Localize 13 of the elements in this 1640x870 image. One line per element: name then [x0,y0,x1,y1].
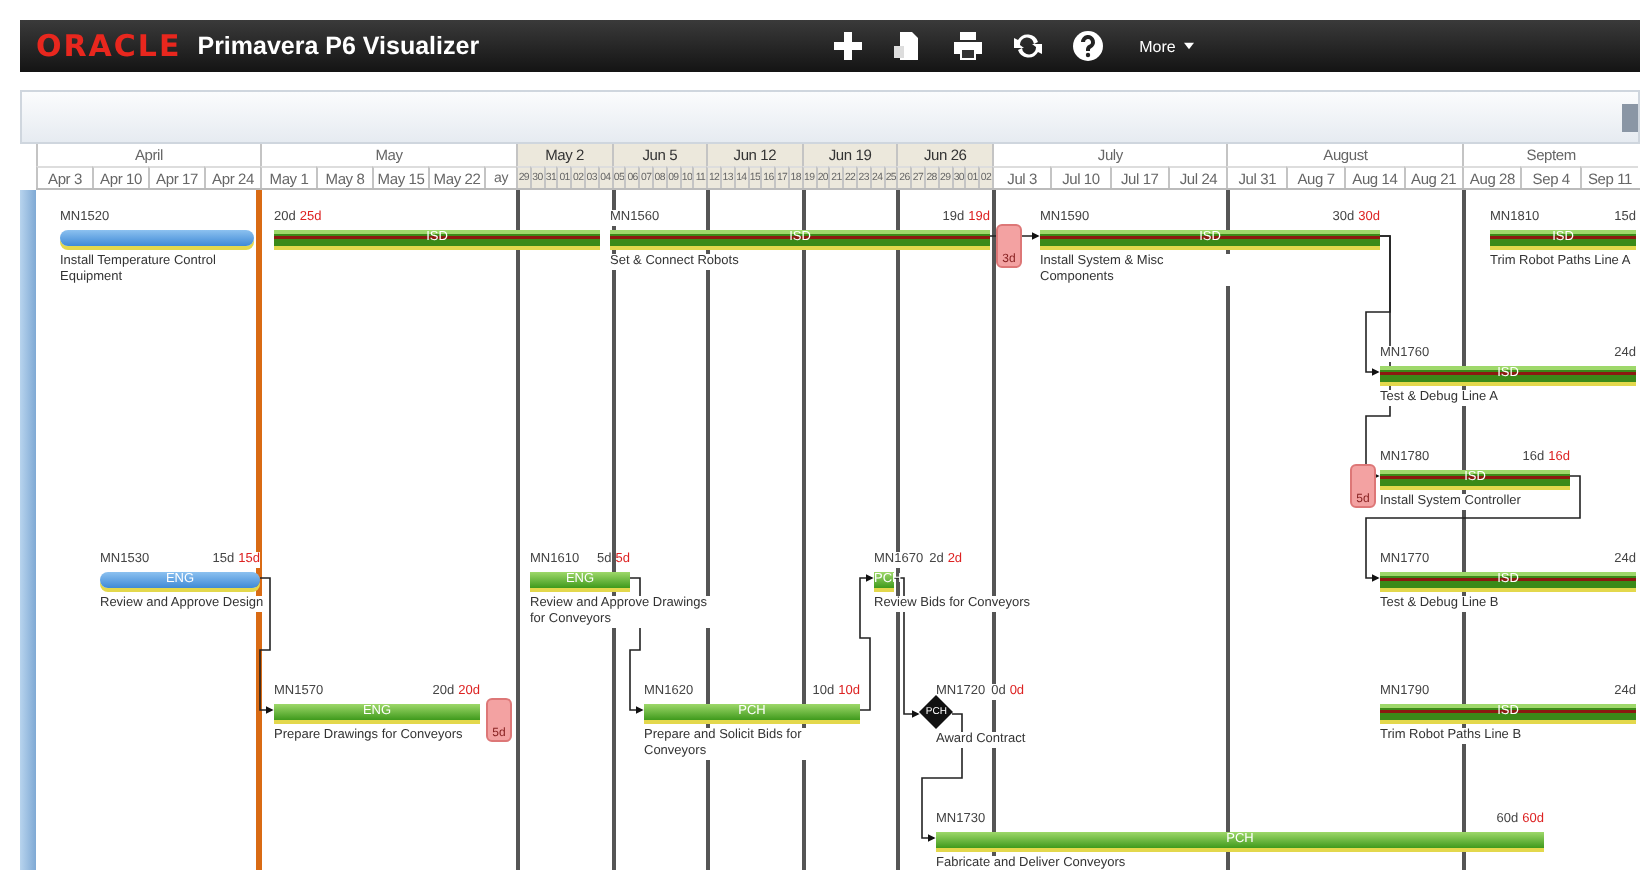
logo: ORACLE [36,28,182,64]
caret-icon [1183,42,1194,50]
refresh-icon[interactable] [1011,30,1044,62]
link-line [859,574,874,711]
print-icon[interactable] [951,30,984,62]
add-icon[interactable] [831,30,864,62]
app-title: Primavera P6 Visualizer [197,32,480,60]
link-line [989,232,1040,240]
help-icon[interactable] [1071,30,1104,62]
document-icon[interactable] [891,30,924,62]
side-button[interactable] [1622,103,1638,131]
link-line [259,577,274,714]
more-menu[interactable]: More [1139,37,1194,55]
